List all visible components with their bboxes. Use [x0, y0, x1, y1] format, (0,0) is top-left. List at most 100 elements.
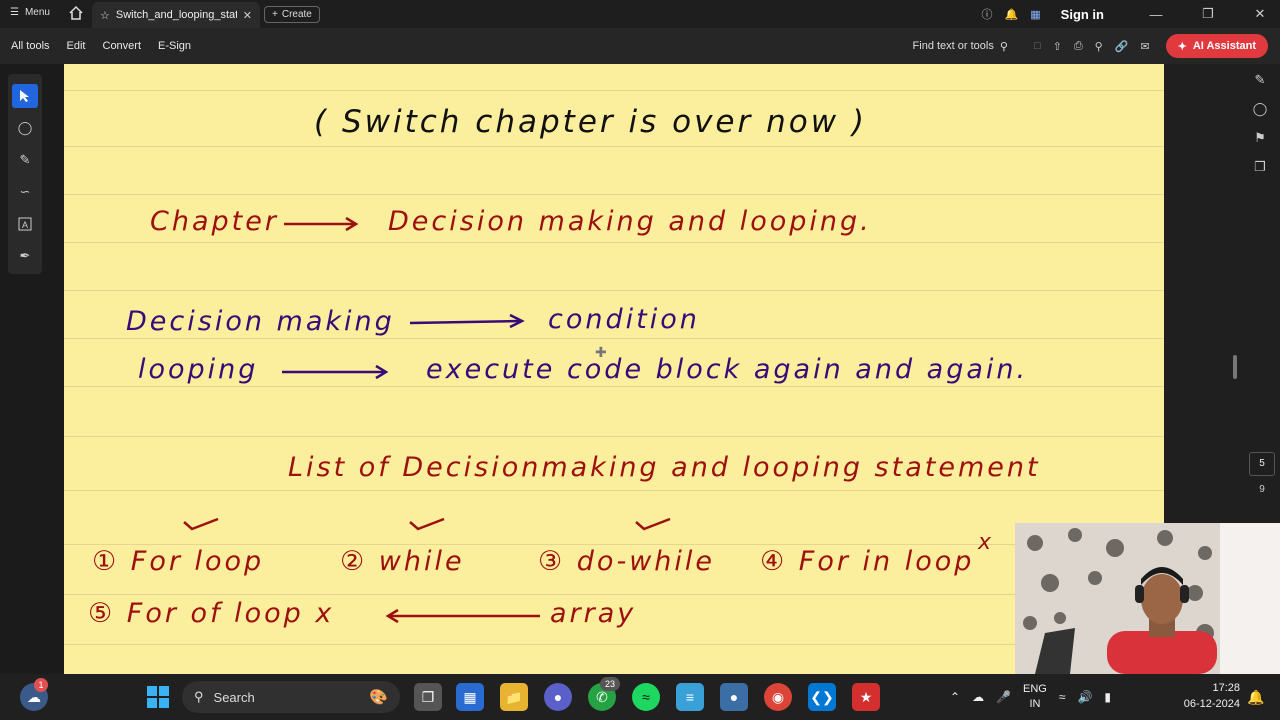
page-rule-line — [64, 194, 1164, 195]
plus-icon: + — [272, 9, 278, 20]
hamburger-icon: ☰ — [10, 7, 19, 18]
battery-icon[interactable]: ▮ — [1104, 690, 1111, 704]
edit-pdf-icon[interactable]: ✎ — [1255, 72, 1266, 88]
print-icon[interactable]: ⎙ — [1074, 40, 1083, 53]
page-rule-line — [64, 544, 1164, 545]
convert-menu[interactable]: Convert — [103, 40, 142, 52]
email-icon[interactable]: ✉ — [1140, 40, 1149, 53]
onedrive-icon[interactable]: ☁ — [972, 690, 984, 704]
whatsapp-icon[interactable]: ✆ 23 — [588, 677, 620, 711]
check-mark-icon — [635, 517, 671, 531]
sign-pen-icon[interactable]: ✒ — [12, 244, 38, 268]
speaker-icon[interactable]: 🔊 — [1077, 690, 1092, 704]
notepad-icon[interactable]: ≡ — [676, 683, 704, 711]
spotify-icon[interactable]: ≈ — [632, 683, 660, 711]
main-toolbar: All tools Edit Convert E-Sign Find text … — [0, 28, 1280, 64]
home-icon[interactable] — [68, 5, 84, 24]
ai-sparkle-icon: ✦ — [1177, 40, 1187, 53]
menu-button[interactable]: ☰ Menu — [10, 7, 50, 18]
search-highlight-icon: 🎨 — [369, 689, 388, 706]
vscode-icon[interactable]: ❮❯ — [808, 683, 836, 711]
help-icon[interactable]: ⓘ — [982, 6, 993, 22]
draw-freehand-icon[interactable]: ∽ — [12, 180, 38, 204]
total-pages: 9 — [1259, 484, 1265, 495]
comments-icon[interactable]: ◯ — [1253, 101, 1268, 117]
e-sign-menu[interactable]: E-Sign — [158, 40, 191, 52]
quick-tools-panel: ◯ ✎ ∽ A ✒ — [8, 74, 42, 274]
page-heading: ( Switch chapter is over now ) — [314, 104, 868, 140]
task-view-icon[interactable]: ❐ — [414, 683, 442, 711]
page-rule-line — [64, 644, 1164, 645]
widgets-icon[interactable]: ☁ 1 — [20, 678, 48, 711]
region-code: IN — [1029, 698, 1041, 710]
page-rule-line — [64, 290, 1164, 291]
svg-text:A: A — [22, 220, 28, 230]
text-box-icon[interactable]: A — [12, 212, 38, 236]
highlight-pen-icon[interactable]: ✎ — [12, 148, 38, 172]
array-label: array — [550, 598, 637, 629]
notification-center-icon[interactable]: 🔔 — [1244, 683, 1268, 711]
link-icon[interactable]: 🔗 — [1115, 40, 1129, 53]
do-while-loop-item: ③ do-while — [538, 546, 715, 577]
check-mark-icon — [409, 517, 445, 531]
edit-menu[interactable]: Edit — [67, 40, 86, 52]
whatsapp-badge: 23 — [600, 677, 620, 691]
language-indicator[interactable]: ENG IN — [1023, 682, 1047, 712]
acrobat-icon[interactable]: ★ — [852, 683, 880, 711]
microphone-icon[interactable]: 🎤 — [996, 690, 1011, 704]
notification-bell-icon[interactable]: 🔔 — [1005, 8, 1019, 21]
create-button[interactable]: + Create — [264, 6, 320, 23]
vertical-scrollbar-thumb[interactable] — [1233, 355, 1237, 379]
search-icon: ⚲ — [194, 689, 204, 704]
array-arrow — [385, 608, 540, 624]
execute-code-label: execute code block again and again. — [426, 354, 1029, 385]
pdf-page[interactable]: ( Switch chapter is over now ) Chapter D… — [64, 64, 1164, 674]
title-bar: ☰ Menu ☆ Switch_and_looping_stat... ✕ + … — [0, 0, 1280, 28]
file-explorer-icon[interactable]: 📁 — [500, 683, 528, 711]
ai-assistant-button[interactable]: ✦ AI Assistant — [1165, 34, 1268, 58]
meet-app-icon[interactable]: ● — [544, 683, 572, 711]
minimize-icon[interactable]: — — [1136, 7, 1176, 22]
page-rule-line — [64, 386, 1164, 387]
pages-icon[interactable]: ❐ — [1254, 159, 1266, 175]
chrome-icon[interactable]: ◉ — [764, 683, 792, 711]
close-tab-icon[interactable]: ✕ — [243, 9, 252, 22]
apps-grid-icon[interactable]: ▦ — [1030, 8, 1040, 21]
tab-title: Switch_and_looping_stat... — [115, 9, 237, 21]
cursor-crosshair-icon: ✚ — [595, 344, 607, 360]
select-cursor-icon[interactable] — [12, 84, 38, 108]
page-rule-line — [64, 146, 1164, 147]
maximize-icon[interactable]: ❐ — [1188, 6, 1228, 22]
microsoft-store-icon[interactable]: ▦ — [456, 683, 484, 711]
clock-date: 06-12-2024 — [1183, 698, 1240, 710]
upload-cloud-icon[interactable]: ⇧ — [1053, 40, 1062, 53]
page-rule-line — [64, 242, 1164, 243]
all-tools-menu[interactable]: All tools — [11, 40, 50, 52]
page-rule-line — [64, 90, 1164, 91]
wifi-icon[interactable]: ≈ — [1059, 690, 1066, 704]
bookmark-icon[interactable]: ⚑ — [1254, 130, 1266, 146]
chevron-up-icon[interactable]: ⌃ — [950, 690, 960, 704]
page-rule-line — [64, 594, 1164, 595]
right-panel-tools: ✎ ◯ ⚑ ❐ — [1246, 72, 1274, 175]
sign-in-button[interactable]: Sign in — [1061, 7, 1104, 22]
taskbar-clock[interactable]: 17:28 06-12-2024 — [1170, 680, 1240, 712]
page-rule-line — [64, 490, 1164, 491]
widgets-badge: 1 — [34, 678, 48, 692]
add-comment-icon[interactable]: ◯ — [12, 116, 38, 140]
windows-start-icon[interactable] — [144, 683, 172, 711]
cross-mark: x — [978, 530, 995, 555]
document-tab[interactable]: ☆ Switch_and_looping_stat... ✕ — [92, 2, 260, 28]
while-loop-item: ② while — [340, 546, 465, 577]
search-icon: ⚲ — [999, 40, 1008, 53]
close-window-icon[interactable]: ✕ — [1240, 6, 1280, 22]
current-page-number[interactable]: 5 — [1249, 452, 1275, 476]
taskbar-search-box[interactable]: ⚲ Search 🎨 — [182, 681, 400, 713]
condition-label: condition — [548, 304, 700, 335]
find-tools-button[interactable]: Find text or tools ⚲ — [913, 40, 1008, 53]
search-document-icon[interactable]: ⚲ — [1095, 40, 1103, 53]
looping-label: looping — [138, 354, 259, 385]
postgres-icon[interactable]: ● — [720, 683, 748, 711]
save-icon[interactable]: □ — [1034, 40, 1041, 52]
star-icon[interactable]: ☆ — [100, 9, 110, 22]
